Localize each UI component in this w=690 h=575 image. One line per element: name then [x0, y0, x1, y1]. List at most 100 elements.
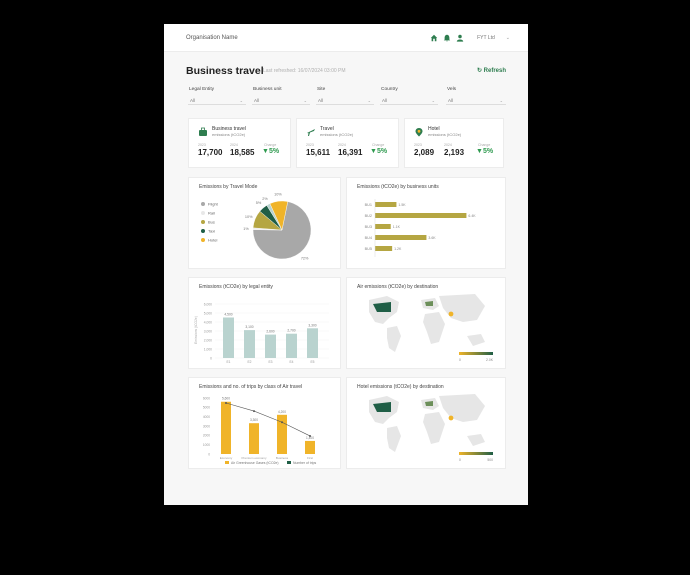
- triangle-down-icon: ▼: [476, 148, 483, 155]
- pie-slice-label: 1%: [243, 227, 249, 231]
- business-units-chart[interactable]: BU1 1.5K BU2 6.4K BU3 1.1K BU4 3.6K BU5 1.2K: [347, 178, 507, 270]
- data-label: 1.5K: [398, 203, 406, 207]
- legend-label: Bus: [208, 220, 215, 225]
- filter-site[interactable]: All ⌄: [316, 96, 374, 105]
- card-air-map: Air emissions (tCO2e) by destination 0 2.…: [346, 277, 506, 369]
- air-class-chart[interactable]: 0 1000 2000 3000 4000 5000 6000 5,600 Economy 3,3…: [189, 378, 342, 470]
- filter-legal-entity[interactable]: All ⌄: [188, 96, 246, 105]
- kpi-change-value: 5%: [482, 148, 494, 155]
- kpi-subtitle: emissions (tCO2e): [428, 132, 462, 137]
- legal-entity-chart[interactable]: 0 1,000 2,000 3,000 4,000 5,000 6,000 Emissions…: [189, 278, 342, 370]
- kpi-card-business-travel: Business travel emissions (tCO2e) 2023 1…: [188, 118, 291, 168]
- kpi-subtitle: emissions (tCO2e): [212, 132, 246, 137]
- data-label: 3,300: [308, 323, 316, 327]
- refresh-button[interactable]: ↻ Refresh: [477, 67, 506, 74]
- legend-swatch: [201, 211, 205, 215]
- user-icon[interactable]: [456, 34, 464, 42]
- kpi-change: ▼5%: [476, 148, 493, 155]
- data-label: 2,600: [266, 330, 274, 334]
- data-label: 1.1K: [393, 225, 401, 229]
- legend-swatch: [201, 229, 205, 233]
- filter-value: All: [382, 98, 388, 103]
- data-label: 5,600: [222, 397, 230, 401]
- trips-point: [253, 410, 255, 413]
- y-axis-label: Emissions (tCO2e): [194, 316, 198, 344]
- filter-label-business-unit: Business unit: [253, 87, 282, 92]
- axis-tick-label: 1000: [203, 443, 210, 447]
- plane-icon: [307, 129, 315, 136]
- pie-slice-label: 10%: [245, 215, 253, 219]
- axis-tick-label: 6000: [203, 396, 210, 400]
- map-land: [423, 312, 445, 344]
- filter-label-legal-entity: Legal Entity: [189, 87, 215, 92]
- axis-tick-label: E5: [310, 360, 314, 364]
- bell-icon[interactable]: [443, 34, 451, 42]
- pie-slice-label: 72%: [301, 257, 309, 261]
- user-name[interactable]: FYT Ltd: [477, 35, 495, 41]
- data-label: 3,100: [245, 325, 253, 329]
- filter-label-country: Country: [381, 87, 398, 92]
- filter-value: All: [318, 98, 324, 103]
- kpi-label: 2023: [198, 143, 206, 147]
- top-icons: FYT Ltd ⌄: [430, 34, 510, 42]
- data-label: 3,300: [250, 418, 258, 422]
- filter-label-vels: Vels: [447, 87, 457, 92]
- map-land: [387, 426, 401, 452]
- filter-value: All: [254, 98, 260, 103]
- legend-swatch: [201, 220, 205, 224]
- dashboard-page: Organisation Name FYT Ltd ⌄ Business tra…: [164, 24, 528, 505]
- chevron-down-icon[interactable]: ⌄: [506, 35, 510, 41]
- map-pin-icon: [415, 128, 423, 137]
- home-icon[interactable]: [430, 34, 438, 42]
- legend-label: Hotel: [208, 238, 217, 243]
- legend-swatch: [201, 238, 205, 242]
- kpi-value-prev: 15,611: [306, 148, 331, 157]
- filter-value: All: [190, 98, 196, 103]
- filter-business-unit[interactable]: All ⌄: [252, 96, 310, 105]
- data-label: 4,500: [224, 313, 232, 317]
- data-label: 4,200: [278, 410, 286, 414]
- filter-country[interactable]: All ⌄: [380, 96, 438, 105]
- filter-value: All: [448, 98, 454, 103]
- kpi-card-hotel: Hotel emissions (tCO2e) 2023 2,089 2024 …: [404, 118, 504, 168]
- bar: [223, 317, 234, 358]
- filter-label-site: Site: [317, 87, 326, 92]
- refresh-icon: ↻: [476, 68, 484, 74]
- card-business-units: Emissions (tCO2e) by business units BU1 1…: [346, 177, 506, 269]
- pie-slice-label: 5%: [256, 201, 262, 205]
- chevron-down-icon: ⌄: [431, 98, 435, 103]
- axis-tick-label: 6,000: [204, 302, 212, 306]
- card-air-class: Emissions and no. of trips by class of A…: [188, 377, 341, 469]
- axis-tick-label: 3000: [203, 424, 210, 428]
- top-bar: Organisation Name FYT Ltd ⌄: [164, 24, 528, 52]
- axis-tick-label: 1,000: [204, 347, 212, 351]
- bar: [375, 246, 393, 251]
- bar: [305, 440, 315, 454]
- air-emissions-map[interactable]: 0 2.0K: [347, 278, 507, 370]
- bar: [375, 224, 391, 229]
- briefcase-icon: [199, 127, 207, 136]
- kpi-label: 2023: [306, 143, 314, 147]
- pie-chart[interactable]: 72% 1% 10% 5%2% 10% Flight Rail Bus Taxi Hotel: [189, 178, 342, 270]
- hotel-emissions-map[interactable]: 0 500: [347, 378, 507, 470]
- data-label: 6.4K: [468, 214, 476, 218]
- axis-tick-label: BU4: [365, 236, 372, 240]
- kpi-label: 2024: [230, 143, 238, 147]
- axis-tick-label: BU1: [365, 203, 372, 207]
- map-scale-bar: [459, 452, 493, 455]
- kpi-change-value: 5%: [376, 148, 388, 155]
- kpi-label: 2024: [444, 143, 452, 147]
- axis-tick-label: E2: [247, 360, 251, 364]
- axis-tick-label: Economy: [220, 456, 233, 460]
- map-land: [439, 294, 485, 322]
- map-land: [467, 434, 485, 446]
- kpi-label: Change: [372, 143, 385, 147]
- card-travel-mode: Emissions by Travel Mode 72% 1% 10% 5% 2% 10%…: [188, 177, 341, 269]
- map-region-hot: [448, 311, 454, 317]
- kpi-value-curr: 2,193: [444, 148, 465, 157]
- kpi-card-travel: Travel emissions (tCO2e) 2023 15,611 202…: [296, 118, 399, 168]
- filter-vels[interactable]: All ⌄: [446, 96, 506, 105]
- chevron-down-icon: ⌄: [239, 98, 243, 103]
- kpi-change: ▼5%: [370, 148, 387, 155]
- map-land: [387, 326, 401, 352]
